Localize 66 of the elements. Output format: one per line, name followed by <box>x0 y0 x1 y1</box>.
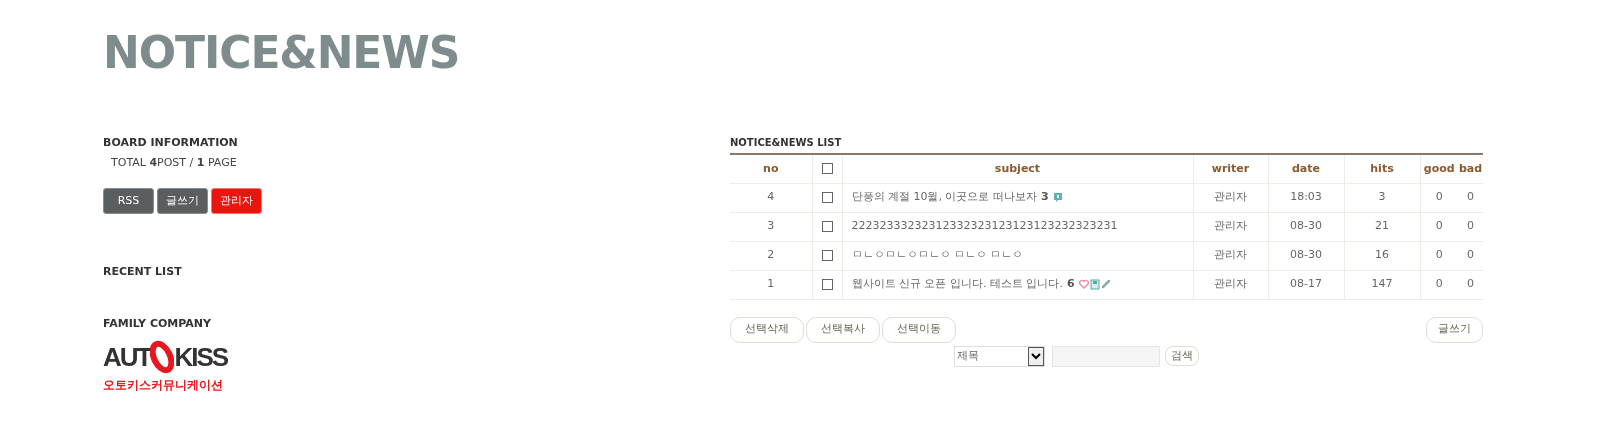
hits-cell: 21 <box>1375 219 1389 233</box>
action-button[interactable]: 선택삭제 <box>730 316 804 343</box>
checkbox[interactable] <box>821 278 833 290</box>
logo-caption: 오토키스커뮤니케이션 <box>103 377 224 394</box>
good-cell: 0 <box>1435 248 1443 262</box>
good-cell: 0 <box>1435 219 1443 233</box>
column-header: writer <box>1193 154 1268 183</box>
search-button[interactable]: 검색 <box>1165 346 1199 366</box>
writer-cell: 관리자 <box>1214 190 1247 204</box>
hits-cell: 147 <box>1371 277 1393 291</box>
column-header: hits <box>1344 154 1420 183</box>
post-count-text: TOTAL 4POST / 1 PAGE <box>110 154 238 171</box>
logo-text: AUT <box>103 342 151 372</box>
post-title-link[interactable]: ㅁㄴㅇㅁㄴㅇㅁㄴㅇ ㅁㄴㅇ ㅁㄴㅇ <box>851 247 1024 264</box>
comment-icon <box>1052 192 1063 203</box>
checkbox[interactable] <box>821 249 833 261</box>
action-button[interactable]: 선택이동 <box>882 316 956 343</box>
board-button[interactable]: 관리자 <box>211 188 262 214</box>
bad-cell: 0 <box>1467 219 1474 233</box>
section-heading: RECENT LIST <box>103 264 183 280</box>
good-cell: 0 <box>1435 190 1443 204</box>
no-cell: 3 <box>767 219 775 233</box>
section-heading: NOTICE&NEWS LIST <box>730 136 843 150</box>
writer-cell: 관리자 <box>1214 219 1247 233</box>
column-header: subject <box>842 154 1193 183</box>
logo-text: KISS <box>174 342 229 372</box>
comment-count: 3 <box>1041 189 1049 206</box>
post-title-link[interactable]: 웹사이트 신규 오픈 입니다. 테스트 입니다. <box>851 276 1063 293</box>
checkbox[interactable] <box>821 220 833 232</box>
date-cell: 18:03 <box>1290 190 1322 204</box>
hits-cell: 3 <box>1378 190 1386 204</box>
write-button[interactable]: 글쓰기 <box>1426 316 1483 343</box>
board-button[interactable]: RSS <box>103 188 154 214</box>
date-cell: 08-30 <box>1290 248 1322 262</box>
good-cell: 0 <box>1435 277 1443 291</box>
bad-cell: 0 <box>1467 248 1474 262</box>
ring-logo-icon <box>150 340 175 374</box>
writer-cell: 관리자 <box>1214 277 1247 291</box>
no-cell: 2 <box>767 248 775 262</box>
date-cell: 08-17 <box>1290 277 1322 291</box>
post-title-link[interactable]: 22232333232312332323123123123232323231 <box>851 218 1118 235</box>
column-header: good <box>1420 154 1458 183</box>
bad-cell: 0 <box>1467 190 1474 204</box>
post-title-link[interactable]: 단풍의 계절 10월, 이곳으로 떠나보자 <box>851 189 1037 206</box>
action-button[interactable]: 선택복사 <box>806 316 880 343</box>
date-cell: 08-30 <box>1290 219 1322 233</box>
search-field[interactable] <box>1052 345 1160 367</box>
section-heading: BOARD INFORMATION <box>103 135 239 151</box>
no-cell: 1 <box>767 277 775 291</box>
bad-cell: 0 <box>1467 277 1474 291</box>
hits-cell: 16 <box>1375 248 1389 262</box>
search-dropdown[interactable]: 제목 <box>954 345 1045 367</box>
heart-icon <box>1078 279 1089 290</box>
floppy-icon <box>1089 279 1100 290</box>
column-header: no <box>730 154 812 183</box>
page-title: NOTICE&NEWS <box>103 26 460 80</box>
column-header: bad <box>1458 154 1483 183</box>
no-cell: 4 <box>767 190 775 204</box>
checkbox[interactable] <box>821 191 833 203</box>
checkbox[interactable] <box>821 163 833 174</box>
section-heading: FAMILY COMPANY <box>103 315 212 332</box>
column-header: date <box>1268 154 1344 183</box>
caret-icon <box>1028 346 1044 366</box>
writer-cell: 관리자 <box>1214 248 1247 262</box>
board-button[interactable]: 글쓰기 <box>157 188 208 214</box>
comment-count: 6 <box>1067 276 1075 293</box>
